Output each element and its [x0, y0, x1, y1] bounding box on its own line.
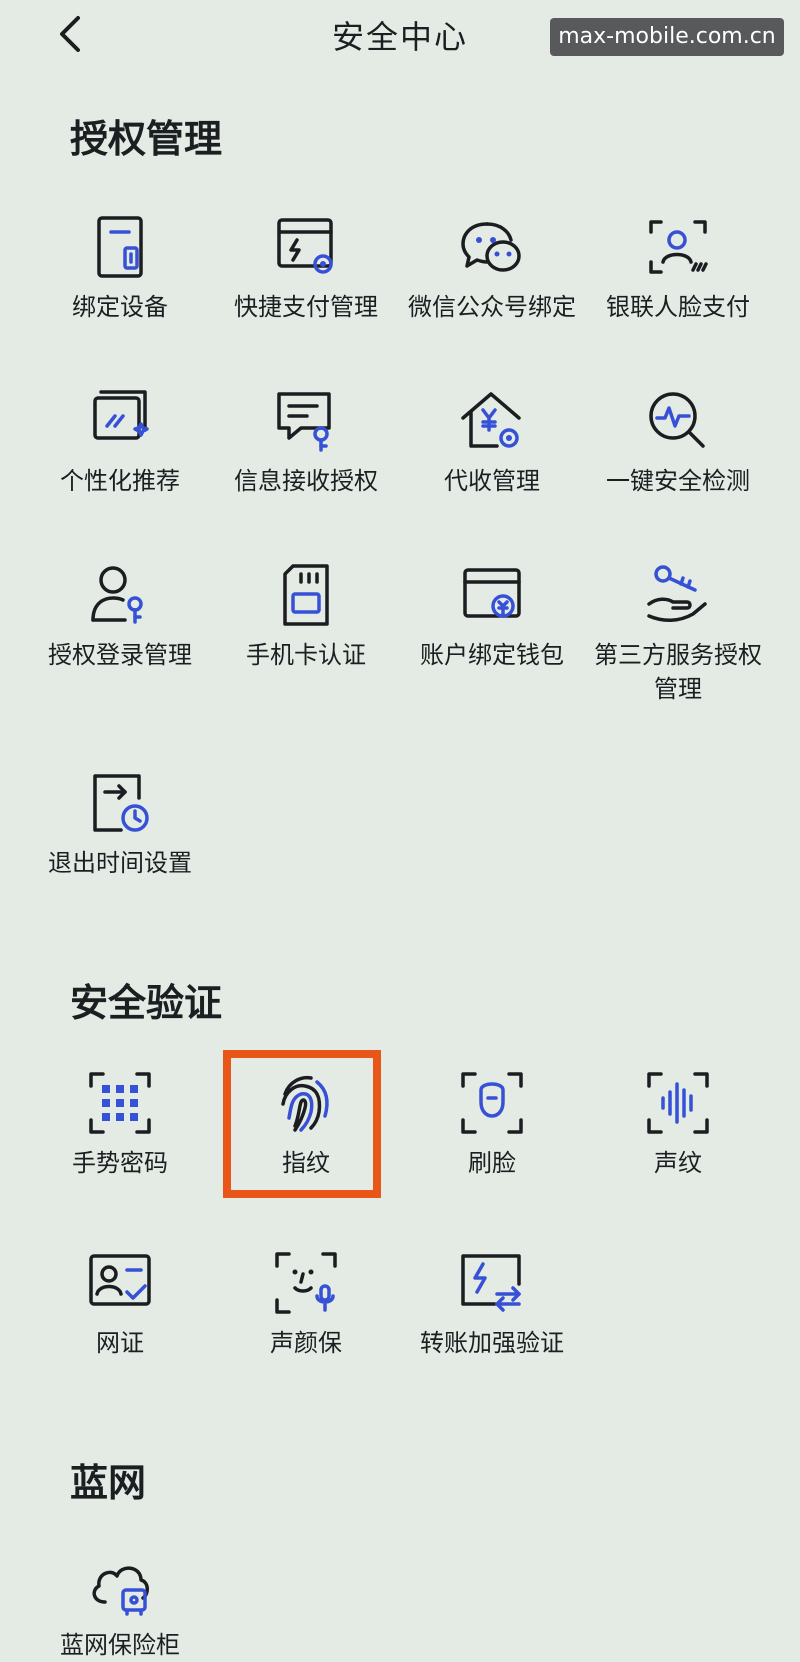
item-login-auth[interactable]: 授权登录管理	[25, 560, 215, 672]
item-label: 银联人脸支付	[606, 293, 750, 321]
item-label: 快捷支付管理	[234, 293, 378, 321]
section-title-auth: 授权管理	[70, 117, 223, 161]
item-label: 一键安全检测	[606, 467, 750, 495]
transfer-verify-icon	[461, 1254, 521, 1312]
item-label: 账户绑定钱包	[420, 641, 564, 669]
header: 安全中心 ••• max-mobile.com.cn	[0, 0, 800, 70]
item-label: 网证	[96, 1329, 144, 1357]
item-security-scan[interactable]: 一键安全检测	[583, 386, 773, 498]
item-transfer-verify[interactable]: 转账加强验证	[397, 1248, 587, 1360]
watermark: max-mobile.com.cn	[550, 18, 784, 56]
section-title-verify: 安全验证	[70, 981, 223, 1025]
item-third-party[interactable]: 第三方服务授权 管理	[583, 560, 773, 706]
item-gesture[interactable]: 手势密码	[25, 1068, 215, 1180]
cloud-safe-icon	[92, 1566, 149, 1616]
wechat-icon	[461, 222, 521, 272]
item-label: 声颜保	[270, 1329, 342, 1357]
item-label: 转账加强验证	[420, 1329, 564, 1357]
collection-icon	[461, 392, 521, 448]
item-bind-device[interactable]: 绑定设备	[25, 212, 215, 324]
recommend-icon	[93, 390, 149, 440]
voice-face-icon	[275, 1252, 337, 1314]
item-label: 蓝网保险柜	[60, 1631, 180, 1659]
item-voice-face[interactable]: 声颜保	[211, 1248, 401, 1360]
item-collection[interactable]: 代收管理	[397, 386, 587, 498]
face-pay-icon	[649, 220, 708, 274]
item-face-pay[interactable]: 银联人脸支付	[583, 212, 773, 324]
section-title-lanwang: 蓝网	[70, 1461, 147, 1505]
item-wallet[interactable]: 账户绑定钱包	[397, 560, 587, 672]
net-id-icon	[89, 1254, 151, 1306]
item-label: 信息接收授权	[234, 467, 378, 495]
item-wechat[interactable]: 微信公众号绑定	[397, 212, 587, 324]
item-label: 声纹	[654, 1149, 702, 1177]
item-label: 手机卡认证	[246, 641, 366, 669]
item-message-auth[interactable]: 信息接收授权	[211, 386, 401, 498]
bind-device-icon	[97, 216, 143, 278]
item-net-id[interactable]: 网证	[25, 1248, 215, 1360]
item-label: 退出时间设置	[48, 849, 192, 877]
item-label: 个性化推荐	[60, 467, 180, 495]
item-quick-pay[interactable]: 快捷支付管理	[211, 212, 401, 324]
item-label: 手势密码	[72, 1149, 168, 1177]
item-label-line2: 管理	[654, 675, 702, 703]
item-label: 绑定设备	[72, 293, 168, 321]
face-scan-icon	[461, 1072, 523, 1134]
voiceprint-icon	[647, 1072, 709, 1134]
item-sim-card[interactable]: 手机卡认证	[211, 560, 401, 672]
item-face-scan[interactable]: 刷脸	[397, 1068, 587, 1180]
item-recommend[interactable]: 个性化推荐	[25, 386, 215, 498]
item-voiceprint[interactable]: 声纹	[583, 1068, 773, 1180]
gesture-icon	[89, 1072, 151, 1134]
item-label: 代收管理	[444, 467, 540, 495]
login-auth-icon	[91, 566, 143, 624]
item-label-line1: 第三方服务授权	[594, 641, 762, 669]
sim-card-icon	[283, 564, 329, 626]
item-label: 刷脸	[468, 1149, 516, 1177]
message-auth-icon	[277, 392, 331, 452]
item-label: 微信公众号绑定	[408, 293, 576, 321]
wallet-icon	[463, 568, 521, 618]
item-label: 授权登录管理	[48, 641, 192, 669]
security-scan-icon	[649, 392, 705, 448]
third-party-icon	[647, 565, 707, 622]
quick-pay-icon	[277, 218, 333, 274]
logout-timer-icon	[93, 774, 149, 832]
item-logout-timer[interactable]: 退出时间设置	[25, 768, 215, 880]
item-label: 第三方服务授权 管理	[583, 638, 773, 706]
item-cloud-safe[interactable]: 蓝网保险柜	[25, 1550, 215, 1662]
fingerprint-highlight-frame	[223, 1050, 381, 1198]
